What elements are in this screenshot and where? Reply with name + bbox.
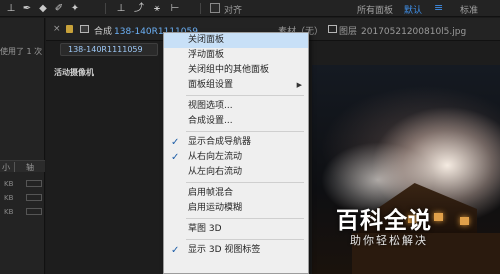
menu-item-label: 从左向右流动: [188, 167, 243, 177]
tab-layer-file: 20170521200810l5.jpg: [361, 27, 467, 37]
menu-separator: [186, 95, 304, 96]
workspace-menu-icon[interactable]: ≡: [434, 1, 443, 14]
composition-icon: [80, 25, 89, 33]
menu-item[interactable]: ✓ 显示 3D 视图标签: [164, 243, 308, 258]
menu-item[interactable]: 浮动面板: [164, 48, 308, 63]
menu-item-label: 启用运动模糊: [188, 203, 243, 213]
menu-item[interactable]: 启用帧混合: [164, 186, 308, 201]
menu-item-label: 从右向左流动: [188, 152, 243, 162]
menu-item[interactable]: 关闭面板: [164, 33, 308, 48]
usage-text: 使用了 1 次: [0, 47, 43, 56]
menu-separator: [186, 239, 304, 240]
file-size-unit: KB: [4, 194, 14, 202]
menu-item[interactable]: 合成设置...: [164, 114, 308, 129]
menu-item-label: 草图 3D: [188, 224, 222, 234]
submenu-arrow-icon: ▶: [296, 81, 302, 89]
align-checkbox[interactable]: [210, 3, 220, 13]
watermark-sub: 助你轻松解决: [350, 234, 428, 247]
menu-item[interactable]: 视图选项...: [164, 99, 308, 114]
watermark-main: 百科全说: [336, 208, 432, 234]
menu-item[interactable]: 从左向右流动: [164, 165, 308, 180]
menu-item[interactable]: ✓ 从右向左流动: [164, 150, 308, 165]
workspace-default[interactable]: 默认: [404, 3, 422, 16]
active-camera-label: 活动摄像机: [54, 68, 94, 77]
top-toolbar: ⊥ ✒ ◆ ✐ ✦ ⊥ ⤴ ⚹ ⊢ 对齐 所有面板 默认 ≡ 标准: [0, 0, 500, 17]
menu-item-label: 视图选项...: [188, 101, 233, 111]
tab-layer[interactable]: 图层 20170521200810l5.jpg: [339, 24, 466, 37]
lock-icon[interactable]: [66, 25, 73, 33]
menu-item-label: 启用帧混合: [188, 188, 234, 198]
composition-breadcrumb[interactable]: 138-140R1111059: [60, 43, 158, 56]
file-size-unit: KB: [4, 208, 14, 216]
workspace-standard[interactable]: 标准: [460, 3, 478, 16]
menu-item[interactable]: 启用运动模糊: [164, 201, 308, 216]
file-size-field[interactable]: [26, 180, 42, 187]
camera-track-icon[interactable]: ⚹: [150, 2, 164, 15]
menu-item[interactable]: 面板组设置 ▶: [164, 78, 308, 93]
menu-separator: [186, 218, 304, 219]
watermark: 百科全说 助你轻松解决: [336, 201, 500, 274]
layer-icon: [328, 25, 337, 33]
menu-item[interactable]: 草图 3D: [164, 222, 308, 237]
roto-brush-icon[interactable]: ✐: [52, 2, 66, 15]
menu-item[interactable]: 关闭组中的其他面板: [164, 63, 308, 78]
3d-axis-icon[interactable]: ⊥: [114, 2, 128, 15]
menu-item-label: 合成设置...: [188, 116, 233, 126]
toolbar-divider: [105, 3, 106, 14]
eraser-tool-icon[interactable]: ◆: [36, 2, 50, 15]
column-axis[interactable]: 轴: [26, 162, 34, 173]
world-axis-icon[interactable]: ⊢: [168, 2, 182, 15]
workspace-all-panels[interactable]: 所有面板: [357, 3, 393, 16]
menu-separator: [186, 131, 304, 132]
menu-item-label: 面板组设置: [188, 80, 234, 90]
menu-item[interactable]: ✓ 显示合成导航器: [164, 135, 308, 150]
column-small[interactable]: 小: [2, 162, 10, 173]
menu-item-label: 显示合成导航器: [188, 137, 252, 147]
project-panel: 使用了 1 次 小 轴 KB KB KB: [0, 18, 45, 274]
menu-item-label: 关闭面板: [188, 35, 225, 45]
puppet-tool-icon[interactable]: ⊥: [4, 2, 18, 15]
menu-item-label: 显示 3D 视图标签: [188, 245, 261, 255]
project-column-header: 小 轴: [0, 160, 45, 172]
pen-tool-icon[interactable]: ✒: [20, 2, 34, 15]
menu-item-label: 浮动面板: [188, 50, 225, 60]
file-size-field[interactable]: [26, 194, 42, 201]
camera-orbit-icon[interactable]: ⤴: [132, 2, 146, 15]
menu-separator: [186, 182, 304, 183]
menu-item-label: 关闭组中的其他面板: [188, 65, 270, 75]
puppet-pin-icon[interactable]: ✦: [68, 2, 82, 15]
align-label: 对齐: [224, 6, 243, 16]
checkmark-icon: ✓: [171, 137, 180, 148]
tab-composition-label: 合成: [94, 27, 113, 37]
toolbar-divider: [200, 3, 201, 14]
panel-context-menu: 关闭面板浮动面板关闭组中的其他面板 面板组设置 ▶ 视图选项... 合成设置... ✓ 显示…: [163, 32, 309, 274]
checkmark-icon: ✓: [171, 152, 180, 163]
column-divider: [14, 162, 15, 172]
file-size-field[interactable]: [26, 208, 42, 215]
close-icon[interactable]: ×: [53, 24, 61, 34]
tab-layer-label: 图层: [339, 27, 358, 37]
file-size-unit: KB: [4, 180, 14, 188]
checkmark-icon: ✓: [171, 245, 180, 256]
